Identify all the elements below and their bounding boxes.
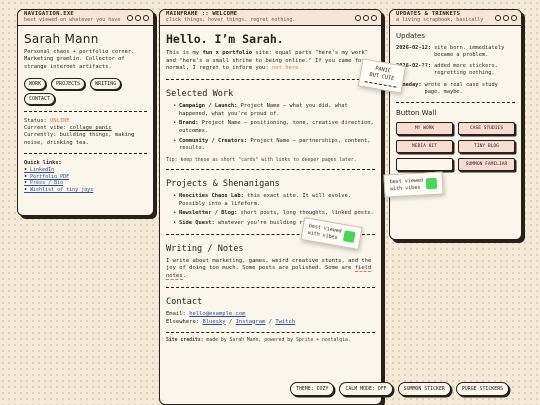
- best-viewed-sticker[interactable]: best viewed with vibes: [383, 171, 444, 198]
- list-item: Brand: Project Name — positioning, tone,…: [173, 120, 375, 135]
- calm-mode-toggle[interactable]: CALM MODE: OFF: [339, 382, 393, 396]
- window-subtitle: best viewed on whatever you have: [24, 17, 121, 24]
- window-button-icon[interactable]: [143, 14, 149, 21]
- updates-titlebar: UPDATES & TRINKETS a living scrapbook, b…: [390, 10, 521, 26]
- window-controls: [355, 14, 377, 21]
- currently-text: Currently: building things, making noise…: [24, 132, 135, 146]
- divider: [396, 101, 515, 103]
- status-line: Status: ONLINE: [24, 118, 147, 125]
- nav-contact[interactable]: CONTACT: [24, 92, 56, 105]
- divider: [24, 153, 147, 155]
- window-button-icon[interactable]: [495, 14, 501, 21]
- list-item: Neocities Chaos Lab: this exact site. It…: [173, 193, 375, 208]
- nav-projects[interactable]: PROJECTS: [51, 77, 86, 90]
- media-kit-button[interactable]: MEDIA KIT: [396, 139, 453, 153]
- tip-text: Tip: keep these as short "cards" with li…: [166, 158, 357, 164]
- profile-name: Sarah Mann: [24, 32, 99, 46]
- case-studies-button[interactable]: CASE STUDIES: [458, 121, 515, 135]
- update-item: Someday: wrote a real case study page. ma…: [396, 81, 498, 95]
- twitch-link[interactable]: Twitch: [275, 319, 295, 325]
- vibe-label: Current vibe:: [24, 125, 67, 132]
- hidden-button[interactable]: [396, 157, 453, 171]
- window-subtitle: a living scrapbook, basically: [396, 17, 484, 24]
- divider: [166, 169, 375, 171]
- nav-work[interactable]: WORK: [24, 77, 47, 90]
- page-title: Hello. I’m Sarah.: [166, 32, 284, 46]
- updates-window: UPDATES & TRINKETS a living scrapbook, b…: [389, 9, 522, 240]
- window-controls: [127, 14, 149, 21]
- navigation-titlebar: NAVIGATION.EXE best viewed on whatever y…: [18, 10, 153, 26]
- nav-writing[interactable]: WRITING: [90, 77, 122, 90]
- window-button-icon[interactable]: [127, 14, 133, 21]
- site-credits: Site credits: made by Sarah Mann, powere…: [166, 338, 351, 344]
- work-list: Campaign / Launch: Project Name — what y…: [166, 103, 375, 153]
- bluesky-link[interactable]: Bluesky: [202, 319, 225, 325]
- list-item: Newsletter / Blog: short posts, long tho…: [173, 210, 375, 218]
- selected-work-heading: Selected Work: [166, 89, 234, 100]
- divider: [24, 110, 147, 112]
- divider: [166, 286, 375, 288]
- elsewhere-line: Elsewhere: Bluesky / Instagram / Twitch: [166, 318, 296, 325]
- summon-familiar-button[interactable]: SUMMON FAMILIAR: [458, 157, 515, 171]
- navigation-window: NAVIGATION.EXE best viewed on whatever y…: [17, 9, 154, 216]
- update-item: 2026-02-12: site born. immediately became…: [396, 45, 505, 59]
- window-button-icon[interactable]: [511, 14, 517, 21]
- window-button-icon[interactable]: [135, 14, 141, 21]
- list-item: Community / Creators: Project Name — par…: [173, 138, 375, 153]
- vibe-value: collage panic: [69, 125, 112, 132]
- contact-heading: Contact: [166, 296, 203, 307]
- bottom-toolbar: THEME: COZY CALM MODE: OFF SUMMON STICKE…: [290, 382, 510, 396]
- mainframe-titlebar: MAINFRAME :: WELCOME click things. hover…: [160, 10, 381, 26]
- email-line: Email: hello@example.com: [166, 310, 246, 317]
- my-work-button[interactable]: MY WORK: [396, 121, 453, 135]
- divider: [166, 79, 375, 81]
- email-link[interactable]: hello@example.com: [189, 311, 245, 317]
- summon-sticker-button[interactable]: SUMMON STICKER: [397, 382, 451, 396]
- projects-list: Neocities Chaos Lab: this exact site. It…: [166, 193, 375, 228]
- status-value: ONLINE: [49, 117, 70, 124]
- writing-paragraph: I write about marketing, games, weird cr…: [166, 257, 372, 281]
- theme-toggle[interactable]: THEME: COZY: [290, 382, 335, 396]
- quick-link-wishlist[interactable]: • Wishlist of tiny joys: [24, 187, 147, 194]
- button-wall-heading: Button Wall: [396, 108, 437, 117]
- green-square-icon: [342, 230, 356, 244]
- window-button-icon[interactable]: [503, 14, 509, 21]
- updates-heading: Updates: [396, 32, 425, 40]
- window-subtitle: click things. hover things. regret nothi…: [166, 17, 296, 24]
- quick-links-title: Quick links:: [24, 160, 62, 167]
- instagram-link[interactable]: Instagram: [236, 319, 266, 325]
- intro-paragraph: This is my fun x portfolio site: equal p…: [166, 50, 369, 72]
- status-label: Status:: [24, 117, 47, 124]
- profile-bio: Personal chaos + portfolio corner. Marke…: [24, 49, 135, 70]
- purge-stickers-button[interactable]: PURGE STICKERS: [455, 382, 510, 396]
- divider: [166, 332, 375, 334]
- vibe-line: Current vibe: collage panic: [24, 125, 147, 132]
- nav-pills: WORK PROJECTS WRITING CONTACT: [24, 77, 147, 105]
- tiny-blog-button[interactable]: TINY BLOG: [458, 139, 515, 153]
- window-controls: [495, 14, 517, 21]
- update-item: 2026-02-??: added more stickers. regretti…: [396, 63, 498, 77]
- window-button-icon[interactable]: [363, 14, 369, 21]
- green-square-icon: [425, 177, 438, 190]
- list-item: Campaign / Launch: Project Name — what y…: [173, 103, 375, 118]
- projects-heading: Projects & Shenanigans: [166, 179, 280, 190]
- mainframe-window: MAINFRAME :: WELCOME click things. hover…: [159, 9, 382, 405]
- window-button-icon[interactable]: [355, 14, 361, 21]
- button-wall: MY WORK CASE STUDIES MEDIA KIT TINY BLOG…: [396, 121, 515, 171]
- window-button-icon[interactable]: [371, 14, 377, 21]
